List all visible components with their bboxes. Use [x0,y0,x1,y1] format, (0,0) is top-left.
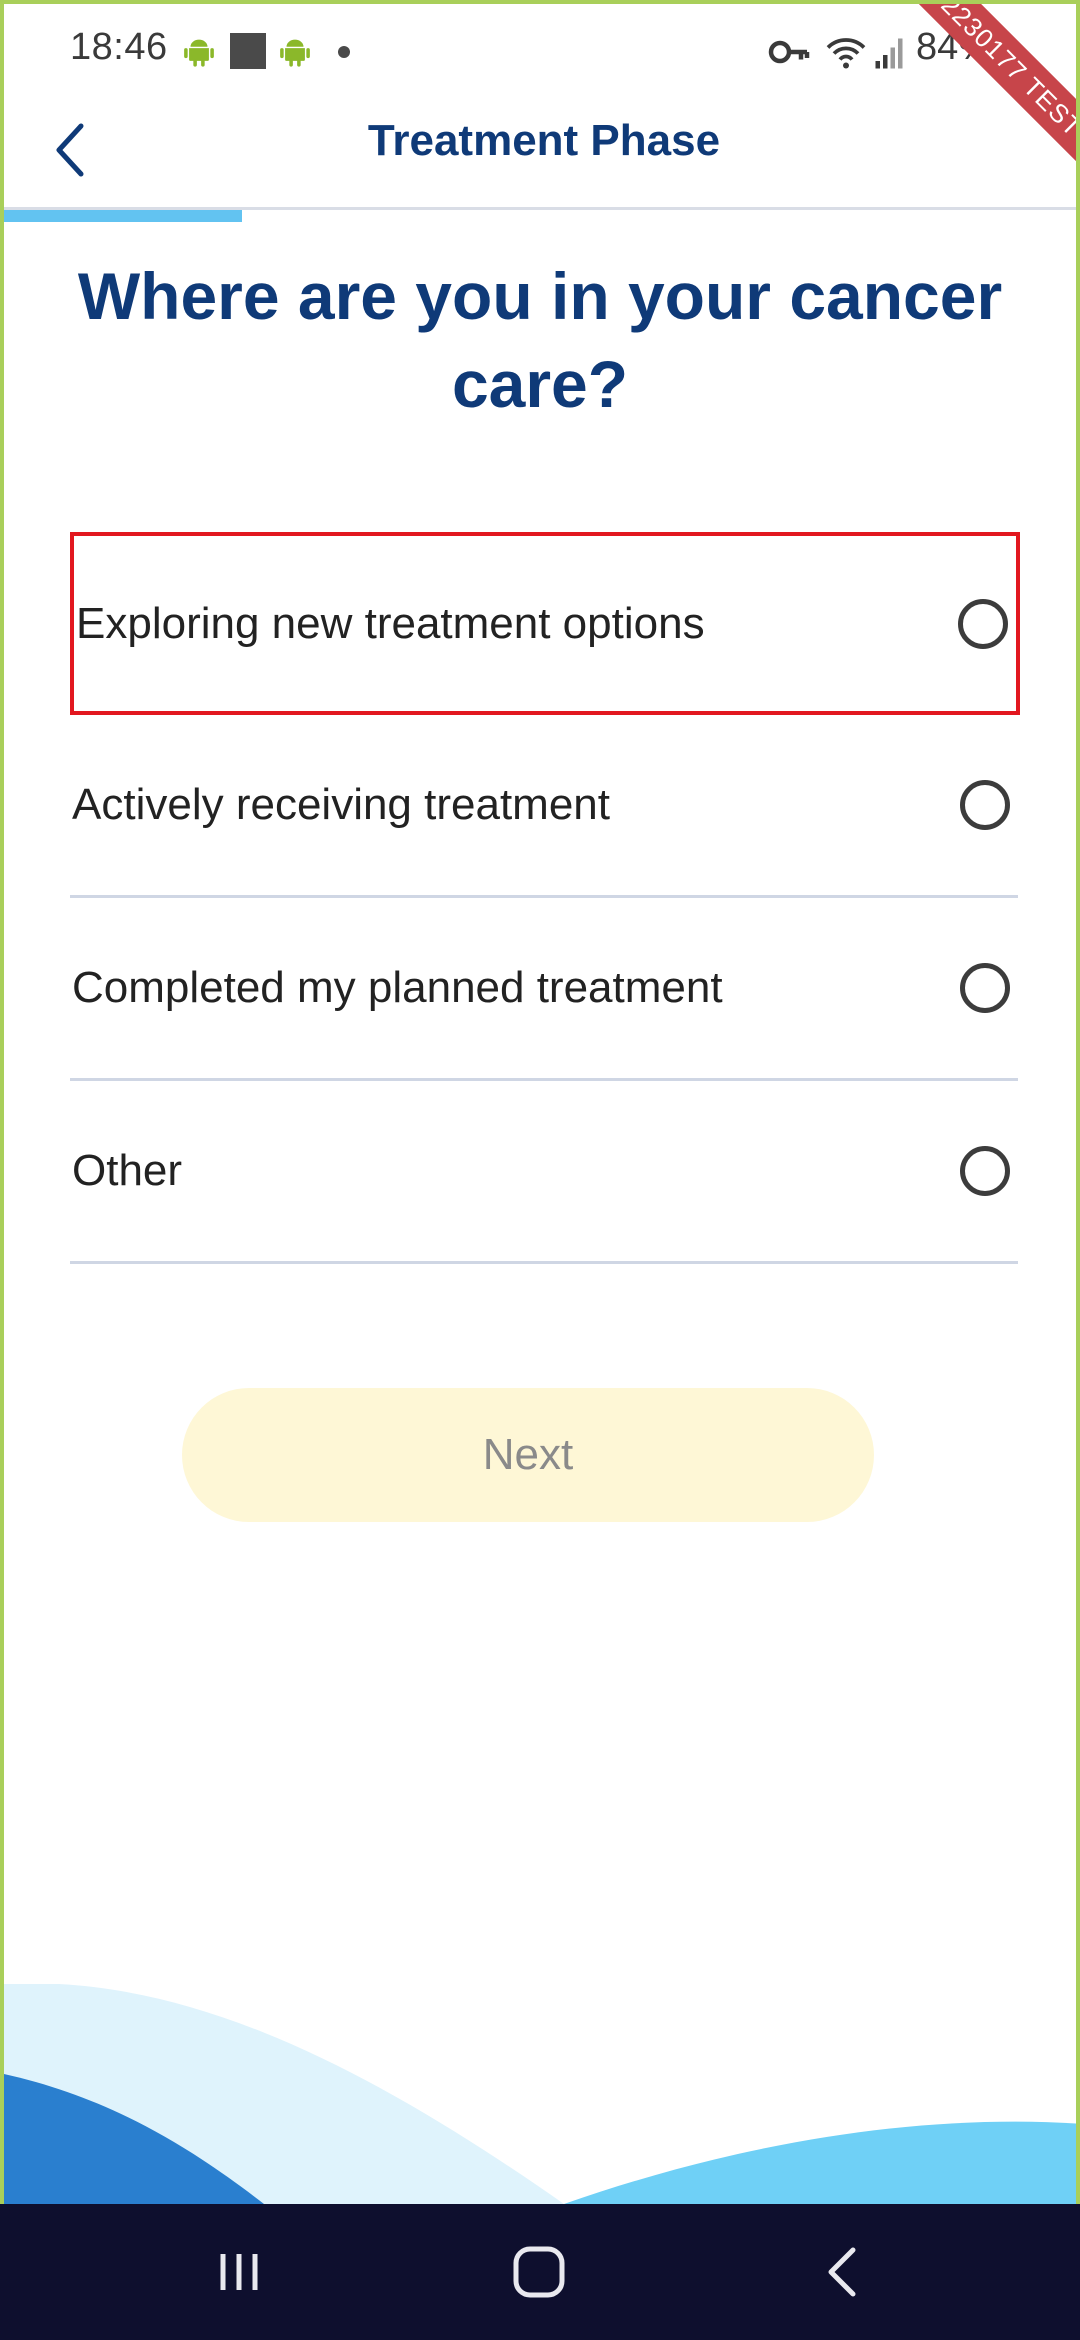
android-icon [280,39,310,67]
status-bar: 18:46 84% 2230177 TEST [4,4,1076,188]
nav-back-button[interactable] [798,2232,888,2312]
home-button[interactable] [494,2232,584,2312]
header: Treatment Phase [4,100,1076,210]
recent-apps-button[interactable] [194,2232,284,2312]
android-icon [184,39,214,67]
option-actively-receiving-treatment[interactable]: Actively receiving treatment [70,715,1018,898]
recent-apps-icon [220,2254,258,2290]
option-completed-treatment[interactable]: Completed my planned treatment [70,898,1018,1081]
radio-icon[interactable] [958,598,1008,649]
square-icon [230,33,266,69]
option-label: Actively receiving treatment [72,780,610,829]
option-label: Other [72,1146,183,1195]
dot-icon [338,46,350,58]
key-icon [768,40,810,64]
question-heading: Where are you in your cancer care? [77,259,1003,421]
options-list: Exploring new treatment options Actively… [70,532,1020,1264]
status-time: 18:46 [70,26,168,68]
radio-icon[interactable] [960,780,1010,830]
progress-fill [4,210,242,222]
signal-icon [875,38,903,69]
option-label: Completed my planned treatment [72,963,723,1012]
system-nav-bar [0,2204,1080,2340]
option-label: Exploring new treatment options [76,598,705,648]
progress-bar [4,210,1076,222]
option-exploring-new-treatment[interactable]: Exploring new treatment options [70,532,1020,715]
radio-icon[interactable] [960,963,1010,1013]
page-title: Treatment Phase [367,116,721,165]
radio-icon[interactable] [960,1146,1010,1196]
option-other[interactable]: Other [70,1081,1018,1264]
decorative-waves [4,1984,1076,2204]
home-icon [513,2246,565,2298]
wifi-icon [826,38,866,69]
next-button[interactable]: Next [182,1388,874,1522]
app-frame: 18:46 84% 2230177 TEST Treatment Phase W… [0,0,1080,2204]
back-icon [828,2247,856,2297]
